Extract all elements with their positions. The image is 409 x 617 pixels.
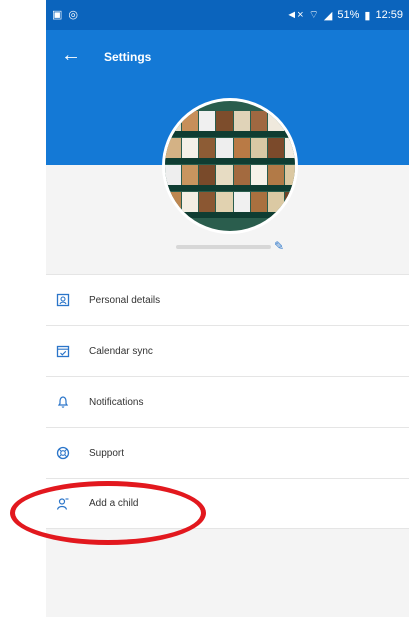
battery-icon: ▮ bbox=[364, 9, 371, 22]
bookshelf-row bbox=[165, 165, 295, 185]
menu-label: Add a child bbox=[89, 498, 139, 509]
menu-item-support[interactable]: Support bbox=[46, 427, 409, 478]
gallery-icon: ▣ bbox=[52, 9, 63, 21]
profile-avatar[interactable] bbox=[162, 98, 298, 234]
bookshelf-board bbox=[165, 158, 295, 164]
bookshelf-board bbox=[165, 212, 295, 218]
wifi-icon: ⌔ bbox=[308, 9, 319, 21]
menu-label: Personal details bbox=[89, 294, 161, 306]
status-left: ▣ ◎ bbox=[52, 8, 78, 21]
menu-item-personal-details[interactable]: Personal details bbox=[46, 274, 409, 325]
id-card-icon bbox=[54, 291, 72, 309]
blurred-name bbox=[176, 245, 271, 249]
bookshelf-row bbox=[165, 192, 295, 212]
menu-label: Support bbox=[89, 447, 125, 459]
bookshelf-row bbox=[165, 138, 295, 158]
phone-screen: ▣ ◎ ◄× ⌔ ◢ 51% ▮ 12:59 ← Settings ✎ Pers… bbox=[46, 0, 409, 617]
menu-item-calendar-sync[interactable]: Calendar sync bbox=[46, 325, 409, 376]
settings-menu: Personal details Calendar sync Notificat… bbox=[46, 274, 409, 529]
mute-icon: ◄× bbox=[286, 9, 304, 21]
status-time: 12:59 bbox=[375, 9, 403, 21]
bookshelf-board bbox=[165, 131, 295, 137]
menu-label: Notifications bbox=[89, 396, 144, 408]
menu-item-add-a-child[interactable]: Add a child bbox=[46, 478, 409, 529]
notification-icon: ◎ bbox=[68, 9, 79, 21]
calendar-icon bbox=[54, 342, 72, 360]
battery-percent: 51% bbox=[337, 9, 360, 21]
menu-label: Calendar sync bbox=[89, 345, 153, 357]
bookshelf-board bbox=[165, 185, 295, 191]
lifebuoy-icon bbox=[54, 444, 72, 462]
signal-icon: ◢ bbox=[323, 9, 333, 22]
bookshelf-row bbox=[165, 111, 295, 131]
user-icon bbox=[54, 495, 72, 513]
status-bar: ▣ ◎ ◄× ⌔ ◢ 51% ▮ 12:59 bbox=[46, 0, 409, 30]
menu-item-notifications[interactable]: Notifications bbox=[46, 376, 409, 427]
bell-icon bbox=[54, 393, 72, 411]
edit-icon[interactable]: ✎ bbox=[274, 239, 286, 253]
status-right: ◄× ⌔ ◢ 51% ▮ 12:59 bbox=[286, 8, 403, 22]
page-title: Settings bbox=[104, 50, 152, 64]
profile-name: ✎ bbox=[176, 239, 286, 253]
back-button[interactable]: ← bbox=[60, 44, 82, 66]
